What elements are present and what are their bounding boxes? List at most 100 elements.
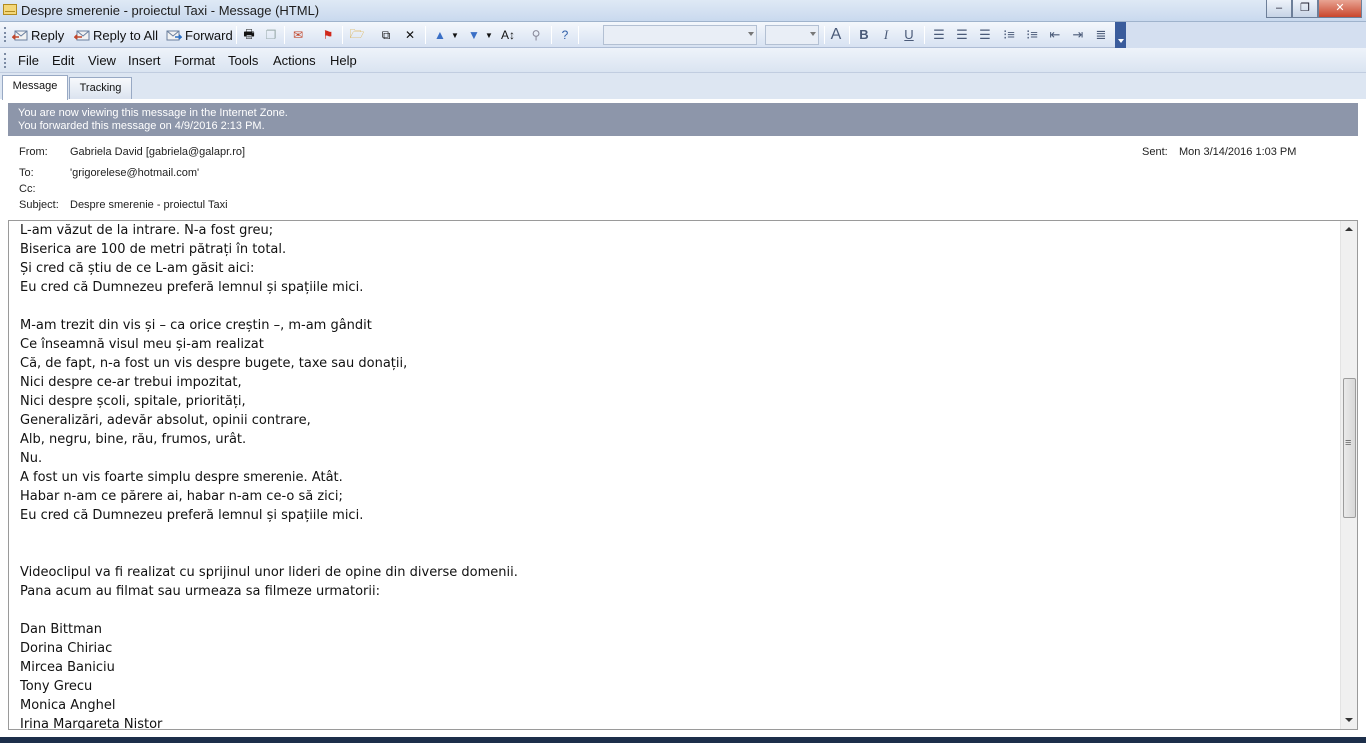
toolbar-separator <box>342 26 343 44</box>
scroll-up-arrow-icon[interactable] <box>1341 221 1357 238</box>
address-book-button[interactable]: ⚲ <box>528 25 544 45</box>
toolbar-separator <box>924 26 925 44</box>
from-value[interactable]: Gabriela David [gabriela@galapr.ro] <box>70 146 245 158</box>
toolbar-grip[interactable] <box>4 27 7 42</box>
menu-view[interactable]: View <box>88 53 116 68</box>
help-button[interactable]: ? <box>557 25 573 45</box>
next-item-button[interactable]: ▼ ▼ <box>466 25 493 45</box>
flag-icon: ⚑ <box>322 28 334 42</box>
toolbar-separator <box>578 26 579 44</box>
copy-button[interactable]: ⧉ <box>378 25 394 45</box>
chevron-down-icon: ▼ <box>485 30 493 40</box>
junk-button[interactable]: ✉ <box>290 25 306 45</box>
body-line: Că, de fapt, n-a fost un vis despre buge… <box>20 356 408 371</box>
window-title: Despre smerenie - proiectul Taxi - Messa… <box>21 3 320 18</box>
font-size-select[interactable] <box>765 25 819 45</box>
flag-button[interactable]: ⚑ <box>320 25 336 45</box>
body-line: Irina Margareta Nistor <box>20 717 163 730</box>
menu-bar: File Edit View Insert Format Tools Actio… <box>0 48 1366 73</box>
menu-file[interactable]: File <box>18 53 39 68</box>
body-line: Biserica are 100 de metri pătrați în tot… <box>20 242 287 257</box>
menu-edit[interactable]: Edit <box>52 53 74 68</box>
reply-all-button[interactable]: Reply to All <box>74 25 158 45</box>
body-line <box>20 525 1330 544</box>
taskbar <box>0 737 1366 743</box>
forward-icon <box>166 28 182 42</box>
body-line <box>20 601 1330 620</box>
menu-format[interactable]: Format <box>174 53 215 68</box>
minimize-button[interactable]: ‒ <box>1266 0 1292 18</box>
underline-button[interactable]: U <box>900 26 918 44</box>
bold-button[interactable]: B <box>855 26 873 44</box>
align-right-button[interactable]: ☰ <box>976 26 994 44</box>
font-size-up-button[interactable]: A↕ <box>500 25 516 45</box>
envelope-icon <box>3 4 17 15</box>
menu-help[interactable]: Help <box>330 53 357 68</box>
align-center-button[interactable]: ☰ <box>953 26 971 44</box>
maximize-button[interactable]: ❐ <box>1292 0 1318 18</box>
italic-icon: I <box>883 27 889 42</box>
forward-button[interactable]: Forward <box>166 25 233 45</box>
to-value[interactable]: 'grigorelese@hotmail.com' <box>70 167 199 179</box>
copy-icon: ⧉ <box>381 27 391 42</box>
outdent-icon: ⇤ <box>1049 27 1061 42</box>
increase-indent-button[interactable]: ⇥ <box>1069 26 1087 44</box>
reply-button[interactable]: Reply <box>12 25 64 45</box>
message-body[interactable]: L-am văzut de la intrare. N-a fost greu;… <box>8 220 1358 730</box>
close-button[interactable]: ✕ <box>1318 0 1362 18</box>
printer-icon: 🖶 <box>243 26 255 41</box>
body-line: M-am trezit din vis și – ca orice crești… <box>20 318 372 333</box>
previous-item-button[interactable]: ▲ ▼ <box>432 25 459 45</box>
subject-label: Subject: <box>19 199 59 211</box>
info-bar-zone: You are now viewing this message in the … <box>18 107 288 119</box>
title-bar: Despre smerenie - proiectul Taxi - Messa… <box>0 0 1366 22</box>
address-book-icon: ⚲ <box>531 28 541 42</box>
decrease-indent-button[interactable]: ⇤ <box>1046 26 1064 44</box>
body-line: Generalizări, adevăr absolut, opinii con… <box>20 413 311 428</box>
move-to-folder-button[interactable]: 🗁 <box>349 25 365 45</box>
scroll-down-arrow-icon[interactable] <box>1341 712 1357 729</box>
arrow-up-icon: ▲ <box>434 28 446 42</box>
info-bar[interactable]: You are now viewing this message in the … <box>8 103 1358 136</box>
arrow-down-icon: ▼ <box>468 28 480 42</box>
bullet-list-icon: ⁝≡ <box>1003 27 1015 42</box>
tab-message[interactable]: Message <box>2 75 68 100</box>
toolbar-separator <box>551 26 552 44</box>
vertical-scrollbar[interactable] <box>1340 221 1357 729</box>
numbering-button[interactable]: ⁝≡ <box>1023 26 1041 44</box>
more-format-button[interactable]: ≣ <box>1092 26 1110 44</box>
body-line: Eu cred că Dumnezeu preferă lemnul și sp… <box>20 280 364 295</box>
window-controls: ‒ ❐ ✕ <box>1266 0 1362 18</box>
scrollbar-thumb[interactable] <box>1343 378 1356 518</box>
font-grow-icon: A↕ <box>500 28 515 42</box>
align-center-icon: ☰ <box>956 27 968 42</box>
message-body-text: L-am văzut de la intrare. N-a fost greu;… <box>20 221 1330 730</box>
print-preview-button[interactable]: ❐ <box>263 25 279 45</box>
italic-button[interactable]: I <box>877 26 895 44</box>
font-color-button[interactable]: A <box>827 26 845 44</box>
print-button[interactable]: 🖶 <box>241 25 257 45</box>
menu-tools[interactable]: Tools <box>228 53 258 68</box>
toolbar-background <box>1126 22 1366 48</box>
sent-value: Mon 3/14/2016 1:03 PM <box>1179 146 1297 158</box>
toolbar-separator <box>284 26 285 44</box>
delete-icon: ✕ <box>404 28 416 42</box>
to-label: To: <box>19 167 34 179</box>
toolbar-overflow-button[interactable] <box>1115 22 1126 48</box>
body-line: Nici despre ce-ar trebui impozitat, <box>20 375 242 390</box>
sent-label: Sent: <box>1142 146 1168 158</box>
info-bar-forwarded: You forwarded this message on 4/9/2016 2… <box>18 120 265 132</box>
align-left-icon: ☰ <box>933 27 945 42</box>
toolbar-separator <box>824 26 825 44</box>
body-line: A fost un vis foarte simplu despre smere… <box>20 470 343 485</box>
body-line: Pana acum au filmat sau urmeaza sa filme… <box>20 584 380 599</box>
delete-button[interactable]: ✕ <box>402 25 418 45</box>
menu-insert[interactable]: Insert <box>128 53 161 68</box>
tab-tracking[interactable]: Tracking <box>69 77 132 99</box>
from-label: From: <box>19 146 48 158</box>
menu-grip[interactable] <box>4 53 7 68</box>
style-select[interactable] <box>603 25 757 45</box>
bullets-button[interactable]: ⁝≡ <box>1000 26 1018 44</box>
align-left-button[interactable]: ☰ <box>930 26 948 44</box>
menu-actions[interactable]: Actions <box>273 53 316 68</box>
